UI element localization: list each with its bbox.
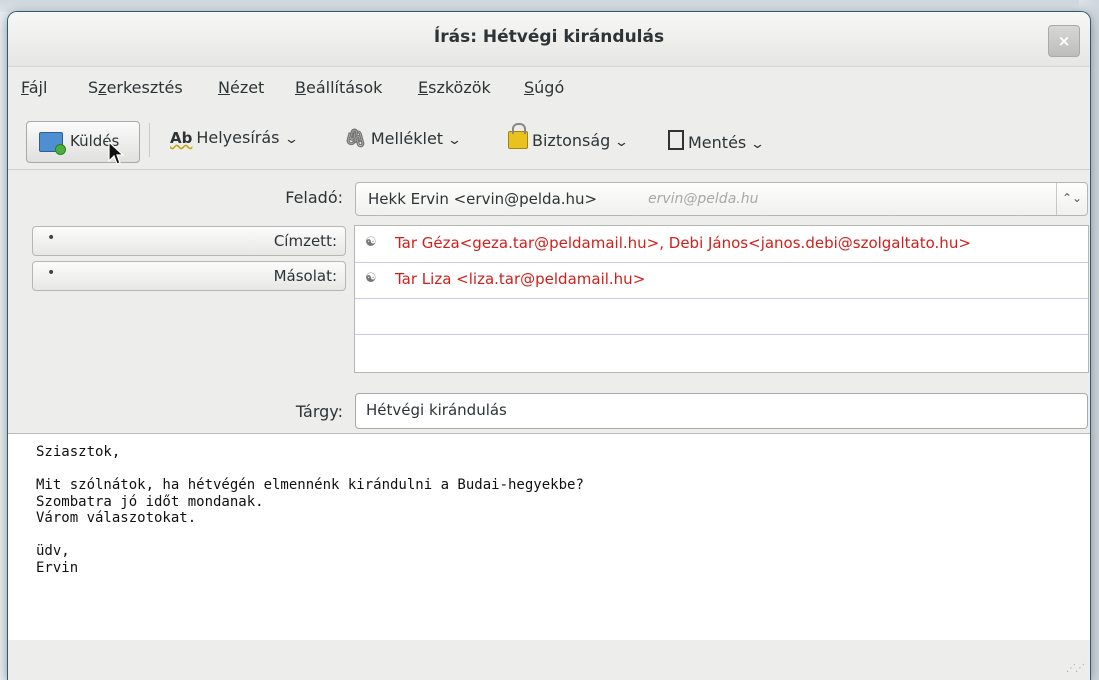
security-button[interactable]: Biztonság ⌄ bbox=[508, 123, 630, 150]
close-button[interactable]: × bbox=[1048, 25, 1080, 57]
from-hint: ervin@pelda.hu bbox=[648, 191, 759, 207]
save-icon bbox=[668, 130, 684, 150]
desktop-background bbox=[0, 0, 1099, 12]
attach-button[interactable]: 🖇 Melléklet ⌄ bbox=[344, 128, 463, 149]
security-label: Biztonság bbox=[532, 131, 611, 150]
lock-icon bbox=[508, 123, 528, 149]
menu-settings[interactable]: Beállítások bbox=[295, 78, 382, 97]
message-body[interactable]: Sziasztok, Mit szólnátok, ha hétvégén el… bbox=[8, 433, 1090, 641]
menu-file[interactable]: Fájl bbox=[21, 78, 47, 97]
attach-label: Melléklet bbox=[370, 129, 444, 148]
person-icon: ☯ bbox=[365, 271, 377, 286]
message-body-text: Sziasztok, Mit szólnátok, ha hétvégén el… bbox=[36, 444, 584, 576]
menu-help[interactable]: Súgó bbox=[524, 78, 564, 97]
from-select[interactable]: Hekk Ervin <ervin@pelda.hu> ervin@pelda.… bbox=[355, 182, 1088, 216]
recipient-address: Tar Liza <liza.tar@peldamail.hu> bbox=[395, 270, 646, 288]
window-title: Írás: Hétvégi kirándulás bbox=[433, 27, 665, 47]
compose-window: Írás: Hétvégi kirándulás × Fájl Szerkesz… bbox=[8, 12, 1090, 680]
menu-bar: Fájl Szerkesztés Nézet Beállítások Eszkö… bbox=[8, 67, 1090, 111]
paperclip-icon: 🖇 bbox=[344, 128, 367, 149]
recipient-row[interactable]: ☯ Tar Géza<geza.tar@peldamail.hu>, Debi … bbox=[355, 226, 1088, 263]
save-button[interactable]: Mentés ⌄ bbox=[668, 128, 766, 152]
recipient-row-empty[interactable] bbox=[355, 298, 1088, 335]
spellcheck-label: Helyesírás bbox=[196, 128, 280, 147]
subject-input[interactable]: Hétvégi kirándulás bbox=[355, 393, 1088, 429]
chevron-down-icon: ⌄ bbox=[614, 135, 630, 150]
send-icon bbox=[39, 132, 66, 155]
cc-type-select[interactable]: • Másolat: bbox=[32, 261, 346, 291]
toolbar: Küldés Ab Helyesírás ⌄ 🖇 Melléklet ⌄ Biztons… bbox=[8, 111, 1090, 170]
spellcheck-icon: Ab bbox=[170, 129, 193, 147]
subject-value: Hétvégi kirándulás bbox=[366, 401, 507, 419]
recipient-address: Tar Géza<geza.tar@peldamail.hu>, Debi Já… bbox=[395, 234, 971, 252]
save-label: Mentés bbox=[688, 133, 747, 152]
subject-label: Tárgy: bbox=[295, 402, 343, 421]
menu-view[interactable]: Nézet bbox=[218, 78, 264, 97]
menu-edit[interactable]: Szerkesztés bbox=[88, 78, 183, 97]
dropdown-dot-icon: • bbox=[47, 265, 56, 281]
recipient-row-empty[interactable] bbox=[355, 334, 1088, 370]
mouse-cursor-icon bbox=[108, 141, 124, 165]
chevron-down-icon: ⌄ bbox=[283, 132, 299, 147]
to-type-select[interactable]: • Címzett: bbox=[32, 226, 346, 256]
message-header: Feladó: Hekk Ervin <ervin@pelda.hu> ervi… bbox=[8, 170, 1090, 432]
toolbar-separator bbox=[149, 123, 150, 157]
spellcheck-button[interactable]: Ab Helyesírás ⌄ bbox=[170, 128, 299, 147]
cc-label: Másolat: bbox=[273, 267, 337, 285]
status-bar: ⋰⋰ bbox=[8, 640, 1090, 680]
chevron-down-icon: ⌄ bbox=[750, 137, 766, 152]
recipient-row[interactable]: ☯ Tar Liza <liza.tar@peldamail.hu> bbox=[355, 262, 1088, 299]
menu-tools[interactable]: Eszközök bbox=[418, 78, 491, 97]
from-label: Feladó: bbox=[285, 188, 343, 207]
chevron-down-icon: ⌄ bbox=[446, 133, 463, 148]
dropdown-dot-icon: • bbox=[47, 230, 56, 246]
recipient-list: ☯ Tar Géza<geza.tar@peldamail.hu>, Debi … bbox=[354, 225, 1089, 373]
from-value: Hekk Ervin <ervin@pelda.hu> bbox=[368, 190, 598, 208]
person-icon: ☯ bbox=[365, 235, 377, 250]
resize-grip-icon[interactable]: ⋰⋰ bbox=[1066, 663, 1085, 674]
to-label: Címzett: bbox=[273, 232, 337, 250]
title-bar[interactable]: Írás: Hétvégi kirándulás × bbox=[8, 12, 1090, 67]
updown-arrows-icon: ⌃⌄ bbox=[1056, 183, 1087, 215]
